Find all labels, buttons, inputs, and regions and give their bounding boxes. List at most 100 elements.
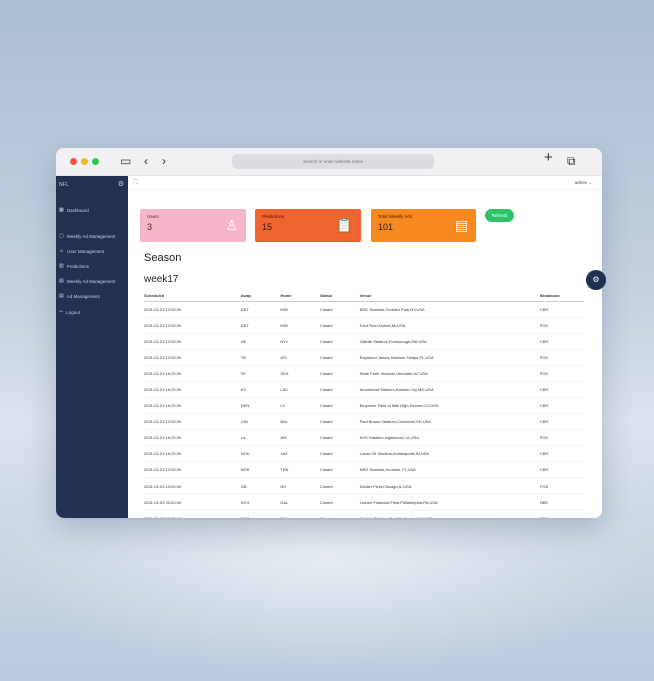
table-cell: Closed: [319, 461, 360, 479]
column-header[interactable]: Broadcast: [539, 291, 584, 302]
grid-icon: ▦: [59, 207, 64, 213]
minimize-window-button[interactable]: [81, 158, 88, 165]
tabs-overview-icon[interactable]: ⧉: [567, 154, 576, 168]
table-cell: 2021-01-03 16:25:00: [144, 445, 241, 463]
table-row[interactable]: 2021-01-03 13:00:00 NOS TEN Closed NRG Stadi…: [144, 461, 584, 479]
table-cell: FOX: [539, 349, 584, 366]
table-row[interactable]: 2021-01-03 13:00:00 DET MIN Closed Ford Fiel…: [144, 317, 584, 334]
table-row[interactable]: 2021-01-03 16:25:00 SF SEA Closed State Farm…: [144, 365, 584, 382]
table-cell: SEA: [280, 365, 320, 382]
table-cell: Closed: [319, 510, 360, 518]
table-cell: TEN: [280, 461, 320, 479]
table-cell: Closed: [319, 365, 360, 382]
column-header[interactable]: Scheduled: [144, 291, 241, 302]
table-cell: NBC: [539, 494, 584, 511]
column-header[interactable]: Venue: [359, 291, 540, 302]
sidebar-item-dashboard[interactable]: ▦ Dashboard: [59, 207, 89, 213]
table-cell: Lucas Oil Stadium,Indianapolis,IN,USA: [359, 445, 540, 463]
table-row[interactable]: 2021-01-03 13:00:00 DET MIN Closed EMC Stadi…: [144, 301, 584, 318]
table-cell: Soldier Field,Chicago,IL,USA: [359, 478, 540, 495]
column-header[interactable]: Home: [280, 291, 320, 302]
table-cell: Arrowhead Stadium,Kansas City,MO,USA: [359, 381, 540, 399]
table-cell: Closed: [319, 349, 360, 366]
sidebar-item-users[interactable]: ☺ User Management: [59, 248, 104, 254]
gear-icon[interactable]: ⚙: [118, 180, 124, 188]
table-cell: LV: [280, 397, 320, 415]
sidebar-brand: NFL: [59, 182, 69, 188]
background-floor: [0, 520, 654, 681]
table-cell: Closed: [319, 478, 360, 495]
refresh-button[interactable]: Refresh: [485, 209, 514, 222]
table-row[interactable]: 2021-01-03 13:00:00 TB ATL Closed Raymond Ja…: [144, 349, 584, 366]
table-cell: FOX: [539, 429, 584, 447]
table-cell: 2021-01-03 13:00:00: [144, 301, 241, 318]
table-cell: CBS: [539, 301, 584, 318]
table-row[interactable]: 2021-01-03 13:00:00 GB NO Closed Soldier Fie…: [144, 478, 584, 495]
person-icon: ♙: [225, 217, 238, 233]
column-header[interactable]: Away: [240, 291, 281, 302]
table-row[interactable]: 2021-01-03 16:25:00 HOU JAX Closed Lucas Oil…: [144, 445, 584, 463]
sidebar-toggle-icon[interactable]: ▭: [120, 154, 131, 168]
table-row[interactable]: 2021-01-03 20:20:00 NYG DAL Closed Lincoln F…: [144, 494, 584, 511]
table-cell: Paul Brown Stadium,Cincinnati,OH,USA: [359, 413, 540, 431]
table-cell: FOX: [539, 478, 584, 495]
table-cell: CBS: [539, 445, 584, 463]
table-cell: Raymond James Stadium,Tampa,FL,USA: [359, 349, 540, 366]
table-row[interactable]: 2021-01-03 13:00:00 CIN BAL Closed Paul Brow…: [144, 413, 584, 431]
table-cell: Closed: [319, 333, 360, 350]
table-row[interactable]: 2021-01-03 16:25:00 KC LAC Closed Arrowhead …: [144, 381, 584, 399]
address-bar[interactable]: Search or enter website name: [232, 154, 434, 169]
table-cell: CBS: [539, 381, 584, 399]
close-window-button[interactable]: [70, 158, 77, 165]
sidebar-item-predictions[interactable]: ▥ Predictions: [59, 263, 89, 269]
table-cell: State Farm Stadium,Glendale,AZ,USA: [359, 365, 540, 382]
weekly-ads-card: Total Weekly Ads 101 ▤: [371, 209, 476, 242]
settings-fab[interactable]: ⚙: [586, 270, 606, 290]
new-tab-icon[interactable]: +: [544, 150, 553, 165]
sidebar-item-weekly-ad[interactable]: ▢ Weekly Ad Management: [59, 233, 115, 239]
gear-icon: ⚙: [592, 275, 600, 284]
table-cell: NOS: [240, 461, 281, 479]
table-cell: DAL: [280, 494, 320, 511]
table-cell: 2021-01-03 13:00:00: [144, 510, 241, 518]
top-bar: ⛶ admin ⌄: [128, 176, 602, 190]
sidebar-item-ad-management[interactable]: ▤ Ad Management: [59, 293, 100, 299]
users-card: Users 3 ♙: [140, 209, 246, 242]
table-cell: CBS: [539, 397, 584, 415]
table-cell: CIN: [240, 413, 281, 431]
back-icon[interactable]: ‹: [144, 154, 148, 168]
table-cell: ATL: [280, 349, 320, 366]
chart-icon: ▥: [59, 263, 64, 269]
sidebar-item-logout[interactable]: ⇦ Logout: [59, 309, 80, 315]
table-cell: FOX: [539, 365, 584, 382]
admin-menu[interactable]: admin ⌄: [575, 180, 592, 186]
table-cell: Closed: [319, 494, 360, 511]
table-cell: 2021-01-03 13:00:00: [144, 349, 241, 366]
table-cell: 2021-01-03 16:25:00: [144, 381, 241, 399]
forward-icon[interactable]: ›: [162, 154, 166, 168]
main-content: ⛶ admin ⌄ Users 3 ♙ Predictions 15 📋 Tot…: [128, 176, 602, 518]
table-cell: NE: [240, 333, 281, 350]
table-cell: TB: [240, 349, 281, 366]
table-cell: CBS: [539, 461, 584, 479]
table-row[interactable]: 2021-01-03 16:25:00 DEN LV Closed Empower Fi…: [144, 397, 584, 415]
table-cell: 2021-01-03 16:25:00: [144, 429, 241, 447]
table-row[interactable]: 2021-01-03 13:00:00NYGDALClosedMetLife S…: [144, 510, 584, 518]
table-row[interactable]: 2021-01-03 13:00:00 NE NYJ Closed Gillette S…: [144, 333, 584, 350]
table-cell: GB: [240, 478, 281, 495]
sidebar-item-weekly-ad-2[interactable]: ▤ Weekly Ad Management: [59, 278, 115, 284]
maximize-window-button[interactable]: [92, 158, 99, 165]
column-header[interactable]: Status: [319, 291, 360, 302]
table-cell: Closed: [319, 413, 360, 431]
table-cell: EMC Stadium,Orchard Park,NY,USA: [359, 301, 540, 318]
table-cell: NO: [280, 478, 320, 495]
table-cell: 2021-01-03 13:00:00: [144, 461, 241, 479]
table-row[interactable]: 2021-01-03 16:25:00 LA ARI Closed SoFi Stadi…: [144, 429, 584, 447]
table-cell: Ford Field,Detroit,MI,USA: [359, 317, 540, 334]
expand-icon[interactable]: ⛶: [134, 179, 138, 185]
doc-icon: ▤: [59, 293, 64, 299]
browser-toolbar: ▭ ‹ › Search or enter website name + ⧉: [56, 148, 602, 176]
week-title: week17: [144, 274, 179, 285]
table-cell: Lincoln Financial Field,Philadelphia,PA,…: [359, 494, 540, 511]
logout-icon: ⇦: [59, 309, 64, 315]
